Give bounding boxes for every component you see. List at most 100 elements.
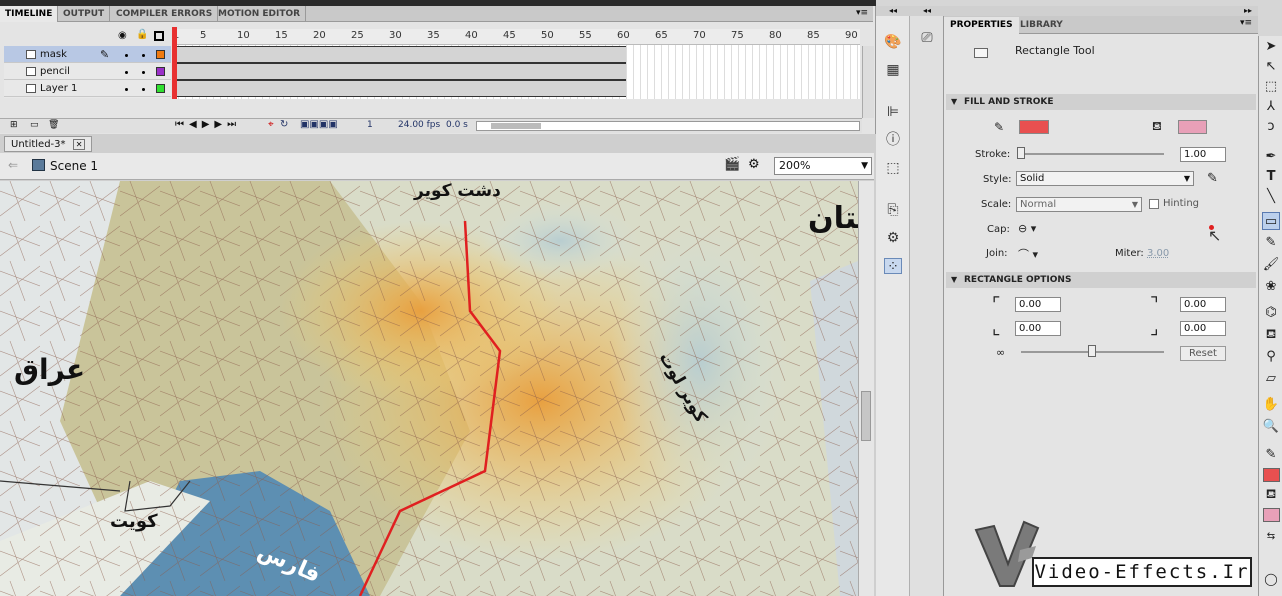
document-tab[interactable]: Untitled-3* ✕ [4, 136, 93, 152]
layer-row-pencil[interactable]: pencil [4, 63, 171, 80]
back-arrow-icon[interactable]: ⇐ [8, 158, 18, 172]
miter-value[interactable]: 3.00 [1147, 248, 1169, 259]
deco-tool-icon[interactable]: ❀ [1262, 278, 1280, 296]
swap-colors-icon[interactable]: ⇆ [1262, 528, 1280, 546]
rect-options-header[interactable]: ▼ RECTANGLE OPTIONS [946, 272, 1256, 288]
zoom-select[interactable]: 200% ▼ [774, 157, 872, 175]
tab-library[interactable]: LIBRARY [1014, 17, 1069, 34]
rectangle-tool-button[interactable]: ▭ [1262, 212, 1280, 230]
tab-motion-editor[interactable]: MOTION EDITOR [213, 6, 307, 22]
tab-timeline[interactable]: TIMELINE [0, 6, 59, 22]
link-corners-icon[interactable]: ∞ [996, 346, 1005, 359]
center-frame-icon[interactable]: ⌖ [268, 119, 274, 130]
code-snippets-icon[interactable]: ⎘ [884, 202, 902, 218]
lock-icon[interactable]: 🔒 [136, 29, 148, 40]
outline-icon[interactable] [154, 31, 164, 41]
frame-span[interactable] [172, 63, 626, 80]
tab-properties[interactable]: PROPERTIES [944, 17, 1019, 34]
zoom-tool-icon[interactable]: 🔍 [1262, 418, 1280, 436]
layer-row-mask[interactable]: mask ✎ [4, 46, 171, 63]
library-panel-icon[interactable]: ⎚ [918, 30, 936, 46]
swatches-icon[interactable]: ▦ [884, 62, 902, 78]
delete-icon[interactable]: 🗑 [48, 120, 59, 130]
pencil-tool-icon[interactable]: ✎ [1262, 234, 1280, 252]
timeline-vscroll[interactable] [862, 46, 874, 118]
frame-span[interactable] [172, 80, 626, 97]
scene-label[interactable]: Scene 1 [50, 159, 98, 173]
rectangle-tool-icon [974, 48, 988, 58]
color-icon[interactable]: 🎨 [884, 34, 902, 50]
align-icon[interactable]: ⊫ [884, 104, 902, 120]
brush-tool-icon[interactable]: 🖌 [1262, 256, 1280, 274]
playhead[interactable] [172, 27, 177, 99]
layer-row-layer1[interactable]: Layer 1 [4, 80, 171, 97]
hinting-checkbox[interactable] [1149, 199, 1159, 209]
eye-icon[interactable]: ◉ [118, 30, 127, 41]
lasso-icon[interactable]: ↄ [1262, 118, 1280, 136]
selection-tool-icon[interactable]: ➤ [1262, 38, 1280, 56]
scale-select[interactable]: Normal ▼ [1016, 197, 1142, 212]
eyedropper-icon[interactable]: ⚲ [1262, 348, 1280, 366]
tab-compiler-errors[interactable]: COMPILER ERRORS [111, 6, 219, 22]
expand-icon[interactable]: ◂◂ [876, 6, 910, 16]
map-label-ostan: ستان [808, 201, 858, 236]
bone-tool-icon[interactable]: ⌬ [1262, 304, 1280, 322]
fill-stroke-header[interactable]: ▼ FILL AND STROKE [946, 94, 1256, 110]
layer-color-swatch[interactable] [156, 67, 165, 76]
playback-controls[interactable]: ⏮◀▶▶⏭ [175, 119, 241, 130]
new-folder-icon[interactable]: ▭ [30, 120, 39, 130]
stroke-color-well[interactable] [1263, 468, 1280, 482]
scroll-thumb[interactable] [861, 391, 871, 441]
stage-vscroll[interactable] [858, 181, 874, 596]
stage-map[interactable]: دشت کویر ستان عراق کویر لوت کویت فارس [0, 181, 858, 596]
fill-color-well[interactable] [1263, 508, 1280, 522]
style-select[interactable]: Solid ▼ [1016, 171, 1194, 186]
panel-menu-icon[interactable]: ▾≡ [1240, 18, 1252, 28]
edit-stroke-style-icon[interactable]: ✎ [1207, 171, 1218, 186]
stroke-color-swatch[interactable] [1019, 120, 1049, 134]
stroke-slider-thumb[interactable] [1017, 147, 1025, 159]
object-drawing-icon[interactable]: ◯ [1262, 570, 1280, 588]
collapse-triangle-icon: ▼ [951, 97, 958, 106]
info-icon[interactable]: ⓘ [884, 132, 902, 148]
onion-skin-icons[interactable]: ▣▣▣▣ [300, 119, 338, 130]
stroke-input[interactable]: 1.00 [1180, 147, 1226, 162]
loop-icon[interactable]: ↻ [280, 119, 288, 130]
close-icon[interactable]: ✕ [72, 139, 86, 150]
fill-color-swatch[interactable] [1178, 120, 1207, 134]
timeline-hscroll[interactable] [476, 121, 860, 131]
3d-rotation-icon[interactable]: ⅄ [1262, 98, 1280, 116]
line-tool-icon[interactable]: ╲ [1262, 188, 1280, 206]
corner-bl-input[interactable]: 0.00 [1015, 321, 1061, 336]
corner-slider-thumb[interactable] [1088, 345, 1096, 357]
eraser-icon[interactable]: ▱ [1262, 370, 1280, 388]
edit-scene-icon[interactable]: 🎬 [724, 157, 740, 172]
frame-span[interactable] [172, 46, 626, 63]
free-transform-icon[interactable]: ⬚ [1262, 78, 1280, 96]
frame-rate[interactable]: 24.00 fps [398, 120, 440, 130]
layer-color-swatch[interactable] [156, 50, 165, 59]
hand-tool-icon[interactable]: ✋ [1262, 396, 1280, 414]
cap-select[interactable]: ⊖ ▾ [1018, 222, 1036, 235]
expand-icon[interactable]: ◂◂ [910, 6, 944, 16]
layer-color-swatch[interactable] [156, 84, 165, 93]
motion-presets-icon[interactable]: ⁘ [884, 258, 902, 275]
tab-output[interactable]: OUTPUT [58, 6, 111, 22]
subselection-tool-icon[interactable]: ↖ [1262, 58, 1280, 76]
transform-icon[interactable]: ⬚ [884, 160, 902, 176]
join-select[interactable]: ⌒ ▾ [1018, 246, 1038, 262]
paint-bucket-icon[interactable]: ⛾ [1262, 326, 1280, 344]
corner-tr-input[interactable]: 0.00 [1180, 297, 1226, 312]
corner-tl-input[interactable]: 0.00 [1015, 297, 1061, 312]
new-layer-icon[interactable]: ⊞ [10, 120, 18, 130]
stroke-slider[interactable] [1021, 153, 1164, 155]
components-icon[interactable]: ⚙ [884, 230, 902, 246]
edit-symbols-icon[interactable]: ⚙ [748, 157, 760, 172]
collapse-icon[interactable]: ▸▸ [944, 6, 1258, 16]
frame-ruler[interactable]: 1 5 10 15 20 25 30 35 40 45 50 55 60 65 … [172, 29, 860, 45]
pen-tool-icon[interactable]: ✒ [1262, 148, 1280, 166]
corner-br-input[interactable]: 0.00 [1180, 321, 1226, 336]
reset-button[interactable]: Reset [1180, 346, 1226, 361]
panel-menu-icon[interactable]: ▾≡ [856, 8, 868, 18]
text-tool-icon[interactable]: T [1262, 168, 1280, 186]
